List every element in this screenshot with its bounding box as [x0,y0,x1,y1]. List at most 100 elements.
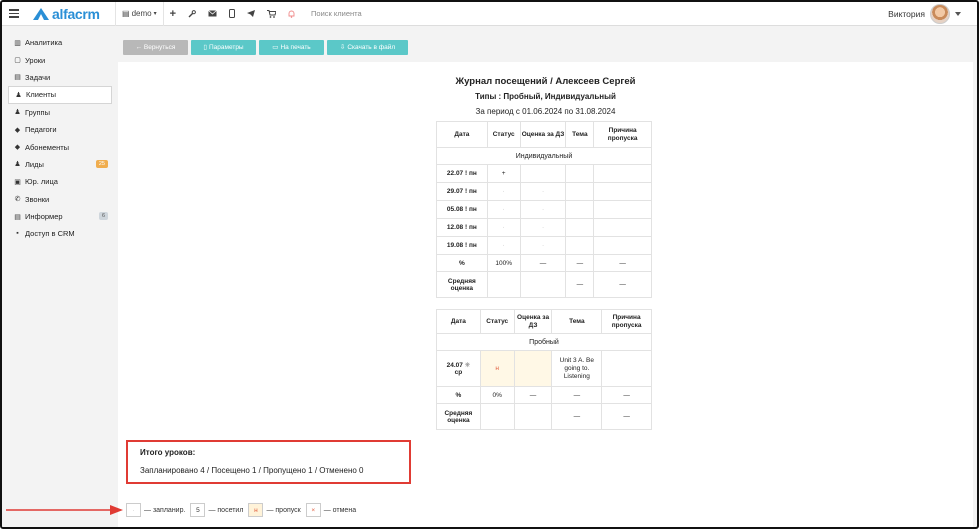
user-menu[interactable]: Виктория [888,2,961,26]
envelope-icon [208,10,217,17]
sidebar-item-calls[interactable]: ✆ Звонки [2,191,116,208]
column-header: Тема [565,121,595,148]
flag-text: ! [465,242,468,249]
homework-cell: · [519,218,567,237]
lesson-date[interactable]: 24.07 ✳ ср [436,350,481,387]
lesson-date[interactable]: 29.07 ! пн [436,182,488,201]
status-cell[interactable]: · [486,200,521,219]
attendance-table-trial: Дата Статус Оценка за ДЗ Тема Причина пр… [436,309,652,430]
chevron-down-icon [955,12,961,16]
percent-label: % [436,386,481,404]
weekday-text: пн [468,242,477,249]
sidebar-item-lessons[interactable]: ▢ Уроки [2,51,116,68]
sidebar-item-subscriptions[interactable]: ◆ Абонементы [2,138,116,155]
dash-cell: — [601,386,652,404]
sidebar-item-crm-access[interactable]: ▪ Доступ в CRM [2,225,116,242]
legend-planned-box: · [126,503,141,517]
client-search-input[interactable]: Поиск клиента [301,2,368,26]
cart-button[interactable] [261,2,282,26]
print-label: На печать [280,43,311,51]
dash-cell: — [593,271,652,298]
sidebar-item-legal-entities[interactable]: ▣ Юр. лица [2,173,116,190]
lesson-date[interactable]: 12.08 ! пн [436,218,488,237]
reason-cell [593,218,652,237]
sidebar-item-tasks[interactable]: ▤ Задачи [2,69,116,86]
branch-label: demo [131,9,152,18]
sidebar-item-informer[interactable]: ▤ Информер 6 [2,208,116,225]
back-button[interactable]: ← Вернуться [123,39,188,55]
weekday-text: пн [468,206,477,213]
column-header: Дата [436,309,481,334]
homework-cell [513,350,553,387]
column-header: Причина пропуска [601,309,652,334]
column-header: Статус [479,309,515,334]
status-cell[interactable]: · [486,236,521,255]
sidebar-item-groups[interactable]: ♟ Группы [2,104,116,121]
date-text: 29.07 [446,188,464,195]
sidebar-item-label: Информер [25,212,63,222]
table-row: 29.07 ! пн · · [436,182,652,201]
logo[interactable]: alfacrm [33,6,115,22]
branch-selector[interactable]: ▤ demo ▾ [116,2,163,26]
section-label: Пробный [436,333,652,351]
homework-cell: · [519,200,567,219]
topic-cell [565,164,595,183]
empty-cell [519,271,567,298]
average-label: Средняя оценка [436,403,481,430]
telegram-button[interactable] [241,2,261,26]
topic-cell [565,218,595,237]
phone-button[interactable] [223,2,241,26]
status-cell[interactable]: · [486,218,521,237]
sidebar-item-label: Клиенты [26,90,57,100]
weekday-text: пн [468,188,477,195]
avatar [930,4,950,24]
weekday-text: ср [454,369,463,376]
sidebar-item-teachers[interactable]: ◆ Педагоги [2,121,116,138]
lesson-date[interactable]: 05.08 ! пн [436,200,488,219]
print-button[interactable]: ▭ На печать [259,39,324,55]
column-header: Оценка за ДЗ [519,121,567,148]
lesson-date[interactable]: 22.07 ! пн [436,164,488,183]
sidebar-item-label: Доступ в CRM [25,229,75,239]
flag-text: ! [465,224,468,231]
average-label: Средняя оценка [436,271,488,298]
notifications-button[interactable] [282,2,301,26]
sidebar-item-analytics[interactable]: ▥ Аналитика [2,34,116,51]
homework-cell: · [519,182,567,201]
download-button[interactable]: ⇩ Скачать в файл [327,39,408,55]
summary-text: Запланировано 4 / Посещено 1 / Пропущено… [140,466,364,475]
mail-button[interactable] [202,2,223,26]
date-text: 19.08 [446,242,464,249]
status-cell[interactable]: · [486,182,521,201]
sidebar-item-label: Уроки [25,55,46,65]
sidebar-item-leads[interactable]: ♟ Лиды 25 [2,156,116,173]
sidebar-item-clients[interactable]: ♟ Клиенты [8,86,112,104]
lesson-date[interactable]: 19.08 ! пн [436,236,488,255]
tools-button[interactable] [182,2,202,26]
parameters-button[interactable]: ▯ Параметры [191,39,256,55]
plus-icon: + [169,7,177,20]
informer-icon: ▤ [14,213,21,221]
column-header: Статус [486,121,521,148]
percent-row: % 100% — — — [436,254,652,272]
dash-cell: — [565,271,595,298]
lock-icon: ▪ [16,230,19,238]
dash-cell: — [601,403,652,430]
status-cell[interactable]: + [486,164,521,183]
logo-text: alfacrm [52,5,100,22]
legend-missed-label: — пропуск [266,506,301,514]
weekday-text: пн [468,170,477,177]
topic-cell: Unit 3 A. Be going to. Listening [551,350,603,387]
menu-icon[interactable] [9,9,19,18]
topic-cell [565,182,595,201]
report-types: Типы : Пробный, Индивидуальный [475,92,616,101]
lessons-summary: Итого уроков: Запланировано 4 / Посещено… [126,440,411,484]
add-button[interactable]: + [164,2,182,26]
cart-icon [267,9,277,18]
flag-text: ! [465,188,468,195]
reason-cell [593,164,652,183]
status-cell[interactable]: н [479,350,515,387]
legend-visited-label: — посетил [208,506,244,514]
column-header: Дата [436,121,488,148]
section-label: Индивидуальный [436,147,652,165]
